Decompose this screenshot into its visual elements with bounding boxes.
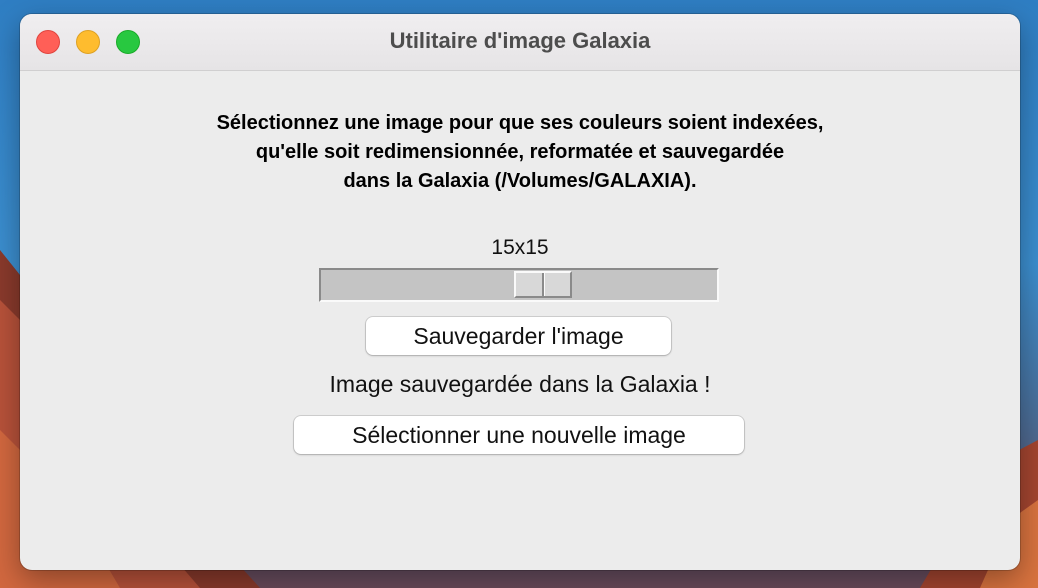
- slider-thumb[interactable]: [514, 271, 572, 298]
- select-new-image-button[interactable]: Sélectionner une nouvelle image: [294, 416, 744, 454]
- instructions-line-1: Sélectionnez une image pour que ses coul…: [216, 112, 824, 134]
- slider-thumb-grip: [542, 273, 545, 296]
- app-window: Utilitaire d'image Galaxia Sélectionnez …: [20, 14, 1020, 570]
- instructions-line-3: dans la Galaxia (/Volumes/GALAXIA).: [343, 170, 697, 192]
- instructions-text: Sélectionnez une image pour que ses coul…: [20, 109, 1020, 196]
- desktop: Utilitaire d'image Galaxia Sélectionnez …: [0, 0, 1038, 588]
- status-message: Image sauvegardée dans la Galaxia !: [329, 371, 711, 397]
- save-image-button[interactable]: Sauvegarder l'image: [366, 317, 671, 355]
- size-slider[interactable]: [319, 268, 719, 302]
- title-bar[interactable]: Utilitaire d'image Galaxia: [20, 14, 1020, 71]
- window-title: Utilitaire d'image Galaxia: [389, 28, 651, 53]
- instructions-line-2: qu'elle soit redimensionnée, reformatée …: [255, 141, 785, 163]
- size-value-label: 15x15: [491, 236, 549, 259]
